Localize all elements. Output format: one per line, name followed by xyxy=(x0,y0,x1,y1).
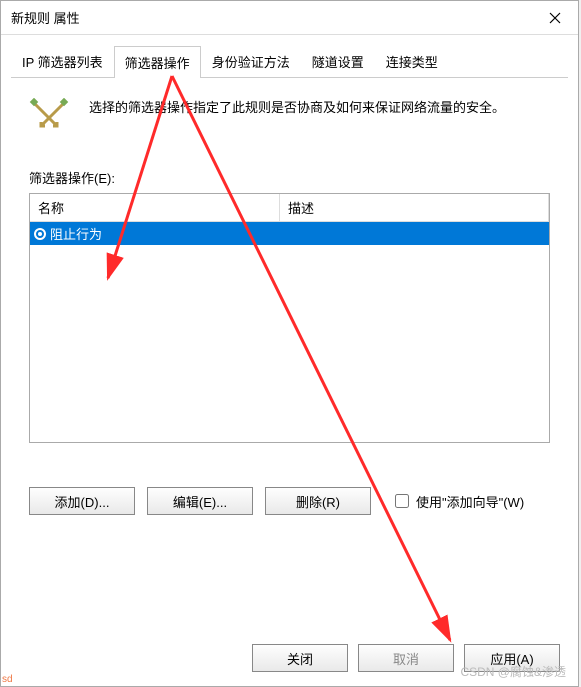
radio-selected-icon xyxy=(34,228,46,240)
column-header-name[interactable]: 名称 xyxy=(30,194,280,221)
description-text: 选择的筛选器操作指定了此规则是否协商及如何来保证网络流量的安全。 xyxy=(89,98,505,119)
description-row: 选择的筛选器操作指定了此规则是否协商及如何来保证网络流量的安全。 xyxy=(29,98,550,138)
edit-button[interactable]: 编辑(E)... xyxy=(147,487,253,515)
use-wizard-checkbox[interactable]: 使用"添加向导"(W) xyxy=(391,491,524,511)
action-button-row: 添加(D)... 编辑(E)... 删除(R) 使用"添加向导"(W) xyxy=(29,487,550,515)
list-item[interactable]: 阻止行为 xyxy=(30,222,549,245)
dialog-window: 新规则 属性 IP 筛选器列表 筛选器操作 身份验证方法 隧道设置 连接类型 选… xyxy=(0,0,579,687)
remove-button[interactable]: 删除(R) xyxy=(265,487,371,515)
list-item-name: 阻止行为 xyxy=(50,224,102,243)
tab-filter-action[interactable]: 筛选器操作 xyxy=(114,46,201,78)
tab-content: 选择的筛选器操作指定了此规则是否协商及如何来保证网络流量的安全。 筛选器操作(E… xyxy=(1,78,578,525)
filter-action-list[interactable]: 名称 描述 阻止行为 xyxy=(29,193,550,443)
cancel-button[interactable]: 取消 xyxy=(358,644,454,672)
tab-strip: IP 筛选器列表 筛选器操作 身份验证方法 隧道设置 连接类型 xyxy=(11,45,568,78)
watermark-text: CSDN @腐蚀&渗透 xyxy=(460,663,566,680)
window-title: 新规则 属性 xyxy=(11,8,532,27)
close-icon[interactable] xyxy=(532,2,578,34)
corner-text: sd xyxy=(2,674,13,685)
titlebar: 新规则 属性 xyxy=(1,1,578,35)
wizard-checkbox-input[interactable] xyxy=(395,494,409,508)
tab-tunnel-settings[interactable]: 隧道设置 xyxy=(301,45,375,77)
filter-action-label: 筛选器操作(E): xyxy=(29,168,550,187)
close-button[interactable]: 关闭 xyxy=(252,644,348,672)
list-header-row: 名称 描述 xyxy=(30,194,549,222)
tab-ip-filter-list[interactable]: IP 筛选器列表 xyxy=(11,45,114,77)
wizard-checkbox-label: 使用"添加向导"(W) xyxy=(416,492,524,511)
add-button[interactable]: 添加(D)... xyxy=(29,487,135,515)
column-header-desc[interactable]: 描述 xyxy=(280,194,549,221)
tab-auth-method[interactable]: 身份验证方法 xyxy=(201,45,301,77)
swords-icon xyxy=(29,98,69,138)
tab-connection-type[interactable]: 连接类型 xyxy=(375,45,449,77)
